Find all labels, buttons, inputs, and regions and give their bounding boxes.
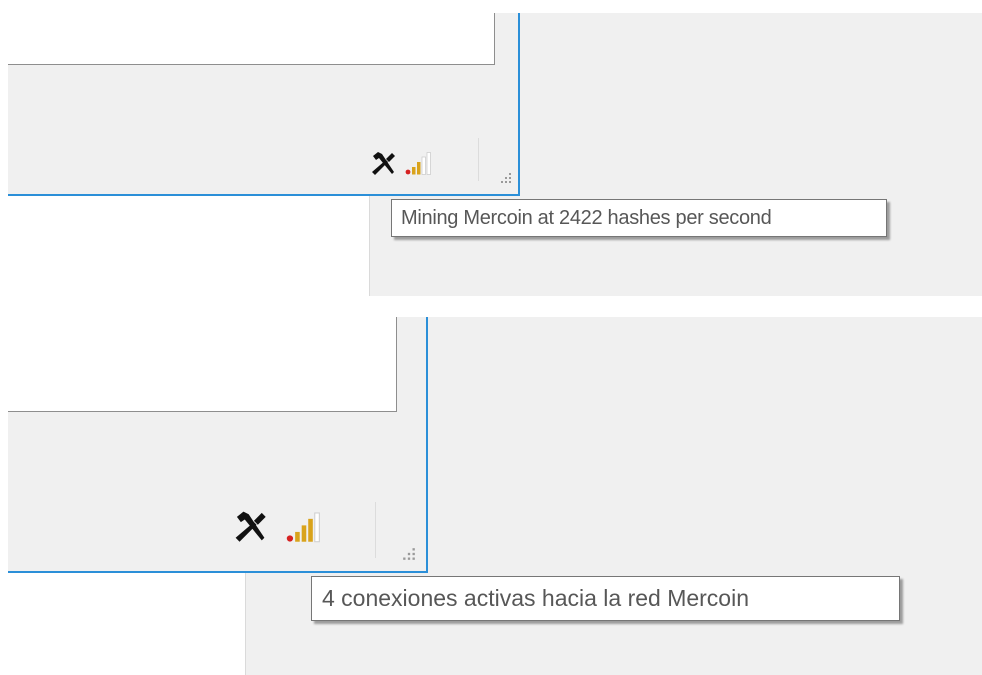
- status-separator: [478, 138, 479, 181]
- wallet-window: [8, 317, 428, 573]
- wallet-window: [8, 13, 520, 196]
- pickaxe-hammer-icon[interactable]: [370, 150, 396, 176]
- pickaxe-hammer-icon[interactable]: [233, 509, 267, 543]
- background-window: [0, 317, 245, 675]
- mining-status-tooltip: Mining Mercoin at 2422 hashes per second: [391, 199, 887, 237]
- connections-tooltip: 4 conexiones activas hacia la red Mercoi…: [311, 576, 900, 621]
- background-window-edge: [245, 317, 246, 675]
- signal-strength-icon[interactable]: [286, 512, 320, 544]
- main-content-area: [8, 317, 397, 412]
- status-separator: [375, 502, 376, 558]
- main-content-area: [8, 13, 495, 65]
- screenshot-panel-mining: Mining Mercoin at 2422 hashes per second: [0, 0, 982, 300]
- resize-grip-icon[interactable]: [402, 547, 416, 561]
- signal-strength-icon[interactable]: [405, 152, 431, 176]
- desktop-background: [245, 317, 982, 675]
- resize-grip-icon[interactable]: [500, 172, 512, 184]
